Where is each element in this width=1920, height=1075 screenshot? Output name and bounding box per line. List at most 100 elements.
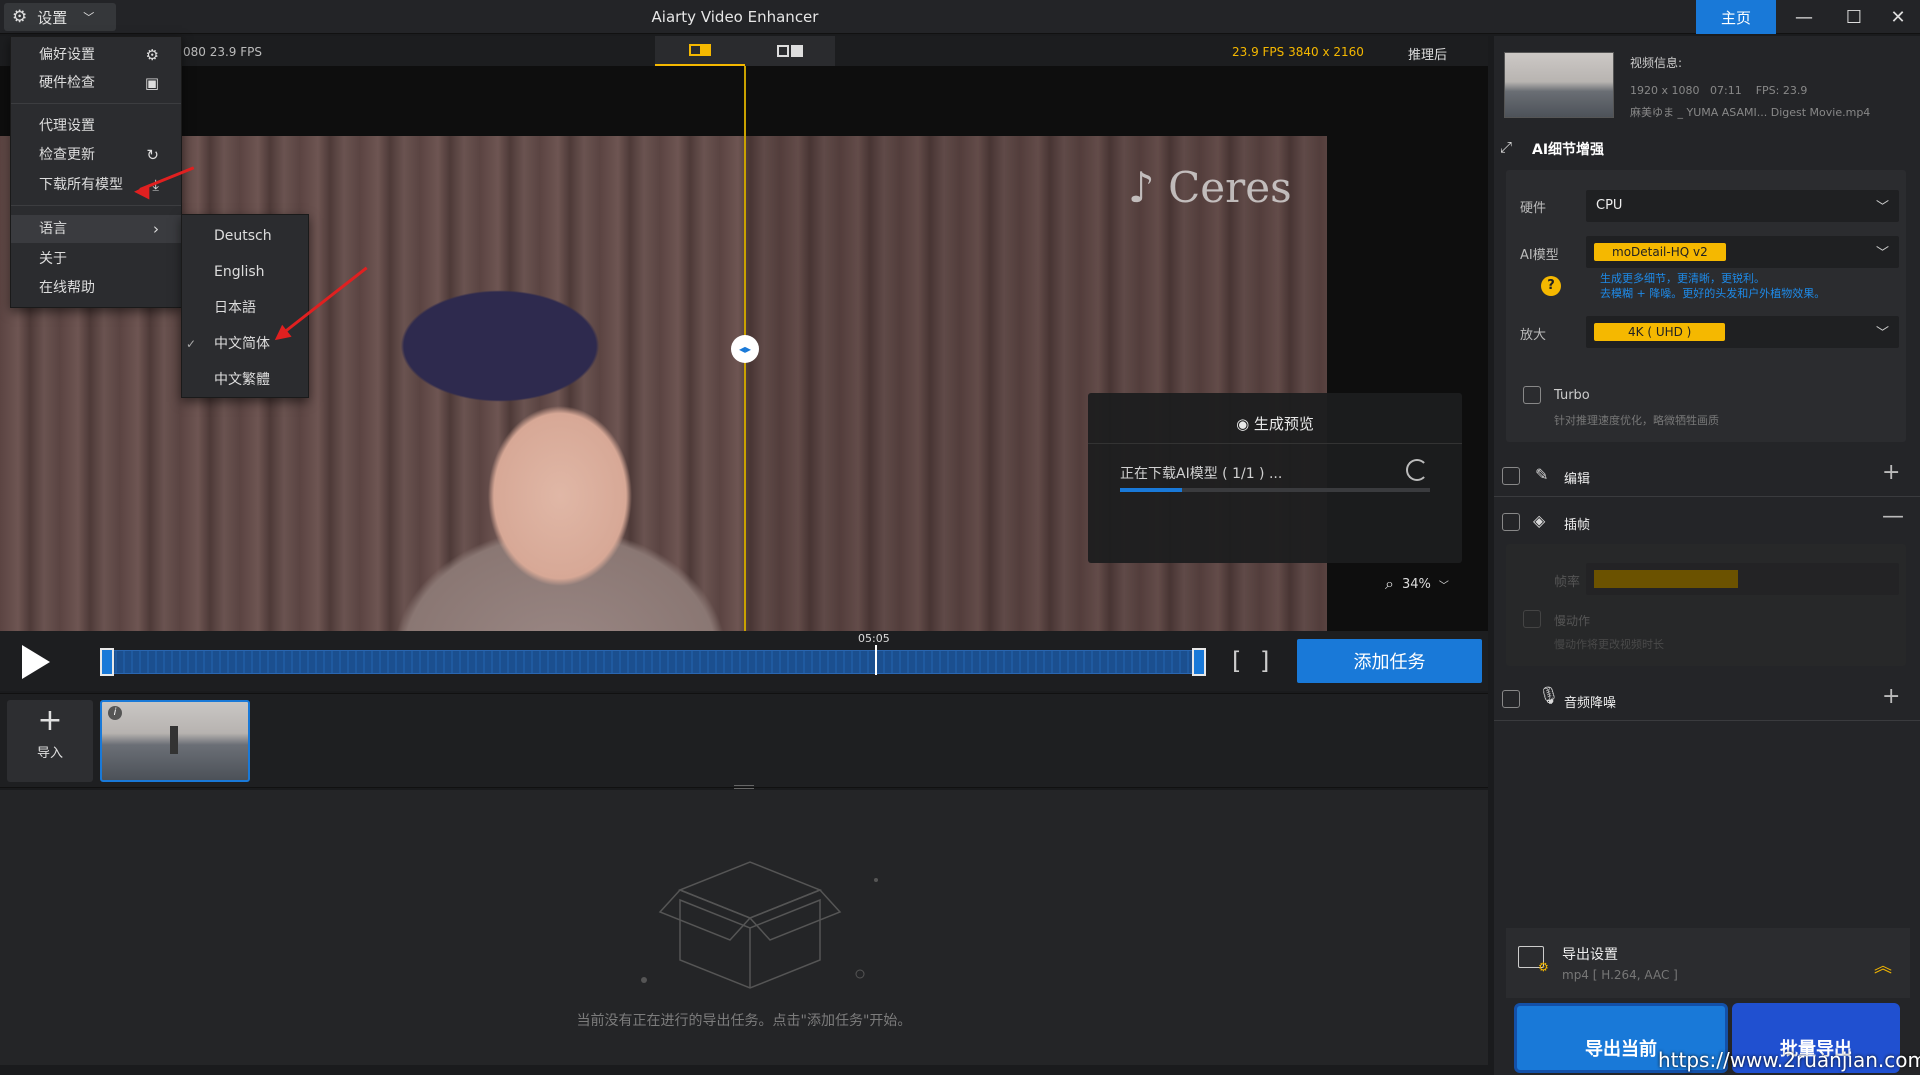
lang-item-japanese[interactable]: 日本語 [182,291,308,325]
playhead[interactable] [875,645,877,675]
minimize-icon[interactable]: — [1782,0,1826,34]
add-task-button[interactable]: 添加任务 [1297,639,1482,683]
trim-end-handle[interactable] [1192,648,1206,676]
close-icon[interactable]: ✕ [1876,0,1920,34]
empty-box-icon [641,861,878,989]
empty-task-text: 当前没有正在进行的导出任务。点击"添加任务"开始。 [576,1013,912,1029]
slowmo-desc: 慢动作将更改视频时长 [1554,638,1664,651]
export-settings-heading: 导出设置 [1562,947,1618,963]
progress-fill [1120,488,1182,492]
ai-model-label: AI模型 [1520,248,1559,263]
settings-button[interactable]: ⚙ 设置 ﹀ [4,3,116,31]
side-by-side-icon-b [791,45,803,57]
lang-item-simplified-chinese[interactable]: ✓ 中文简体 [182,327,308,361]
menu-item-download-models[interactable]: 下载所有模型 ⤓ [11,171,181,199]
video-info-heading: 视频信息: [1630,56,1683,70]
upscale-select[interactable]: 4K ( UHD ) ﹀ [1586,316,1899,348]
split-view-icon [689,44,711,56]
chevron-up-icon[interactable]: ︽ [1874,952,1892,978]
menu-label: 下载所有模型 [39,177,123,193]
lang-item-traditional-chinese[interactable]: 中文繁體 [182,363,308,397]
lang-item-english[interactable]: English [182,255,308,289]
refresh-icon: ↻ [146,146,159,164]
play-icon[interactable] [22,645,50,679]
export-format: mp4 [ H.264, AAC ] [1562,968,1678,982]
divider [1088,443,1462,444]
interp-label: 插帧 [1564,518,1591,533]
menu-item-hardware-check[interactable]: 硬件检查 ▣ [11,69,181,97]
after-inference-label: 推理后 [1408,48,1448,63]
gear-icon: ⚙ [12,7,28,27]
expand-audio-icon[interactable]: + [1882,684,1900,709]
trim-start-handle[interactable] [100,648,114,676]
import-button[interactable]: + 导入 [7,700,93,782]
maximize-icon[interactable]: ☐ [1832,0,1876,34]
chevron-right-icon: › [153,220,159,238]
window-title: Aiarty Video Enhancer [651,8,819,26]
slowmo-label: 慢动作 [1554,614,1591,628]
split-view-tab[interactable] [655,36,745,66]
title-bar: Aiarty Video Enhancer [0,0,1920,34]
output-info: 23.9 FPS 3840 x 2160 [1232,45,1364,59]
language-menu: Deutsch English 日本語 ✓ 中文简体 中文繁體 [181,214,309,398]
chip-icon: ▣ [144,74,159,92]
mark-out-button[interactable]: ] [1260,647,1269,675]
timeline-track[interactable] [100,650,1206,674]
video-watermark: ♪ Ceres [1128,163,1292,212]
ai-model-select[interactable]: moDetail-HQ v2 ﹀ [1586,236,1899,268]
lang-item-deutsch[interactable]: Deutsch [182,219,308,253]
interp-icon: ◈ [1533,511,1546,530]
split-handle-icon[interactable]: ◂▸ [731,335,759,363]
zoom-value: 34% [1401,576,1431,592]
side-by-side-tab[interactable] [745,36,835,66]
menu-label: 偏好设置 [39,47,95,63]
chevron-down-icon: ﹀ [1438,580,1449,592]
menu-item-check-update[interactable]: 检查更新 ↻ [11,141,181,169]
menu-label: 语言 [39,221,67,237]
resize-grip[interactable] [734,785,754,789]
chevron-down-icon: ﹀ [1875,200,1889,215]
zoom-control[interactable]: ⌕ 34% ﹀ [1385,574,1449,594]
info-icon[interactable]: i [108,706,122,720]
menu-item-preferences[interactable]: 偏好设置 ⚙ [11,41,181,69]
zoom-icon: ⌕ [1385,574,1394,593]
menu-divider [11,103,181,104]
clip-thumbnail[interactable]: i [100,700,250,782]
help-icon[interactable]: ? [1541,276,1561,296]
microphone-icon: 🎙 [1538,686,1560,706]
menu-label: 关于 [39,251,67,267]
turbo-desc: 针对推理速度优化，略微牺牲画质 [1554,414,1719,427]
framerate-select [1586,563,1899,595]
divider [1494,720,1920,721]
download-status: 正在下载AI模型 ( 1/1 ) ... [1120,466,1283,482]
audio-checkbox[interactable] [1502,690,1520,708]
arrowhead-icon: ◀ [134,178,150,202]
gear-icon: ⚙ [1538,960,1549,974]
turbo-checkbox[interactable] [1523,386,1541,404]
home-button[interactable]: 主页 [1696,0,1776,34]
lang-label: 中文简体 [214,336,270,352]
menu-divider [11,205,181,206]
menu-item-language[interactable]: 语言 › [11,215,181,243]
chevron-down-icon: ﹀ [1875,246,1889,261]
hardware-select[interactable]: CPU ﹀ [1586,190,1899,222]
edit-checkbox[interactable] [1502,467,1520,485]
model-desc-2: 去模糊 + 降噪。更好的头发和户外植物效果。 [1600,287,1826,300]
checkmark-icon: ✓ [186,337,197,351]
chevron-down-icon: ﹀ [1875,326,1889,341]
model-desc-1: 生成更多细节，更清晰，更锐利。 [1600,272,1765,285]
chevron-down-icon: ﹀ [83,11,95,24]
edit-label: 编辑 [1564,472,1591,487]
collapse-interp-icon[interactable]: — [1882,504,1904,529]
download-progress-bar [1120,488,1430,492]
interp-checkbox[interactable] [1502,513,1520,531]
menu-item-about[interactable]: 关于 [11,245,181,273]
playhead-time: 05:05 [858,632,890,645]
expand-edit-icon[interactable]: + [1882,460,1900,485]
menu-item-online-help[interactable]: 在线帮助 [11,274,181,302]
menu-item-proxy[interactable]: 代理设置 [11,112,181,140]
source-info: 080 23.9 FPS [183,45,263,59]
mark-in-button[interactable]: [ [1232,647,1241,675]
generate-preview-title: ◉ 生成预览 [1236,415,1314,433]
video-meta: 1920 x 1080 07:11 FPS: 23.9 [1630,84,1808,97]
